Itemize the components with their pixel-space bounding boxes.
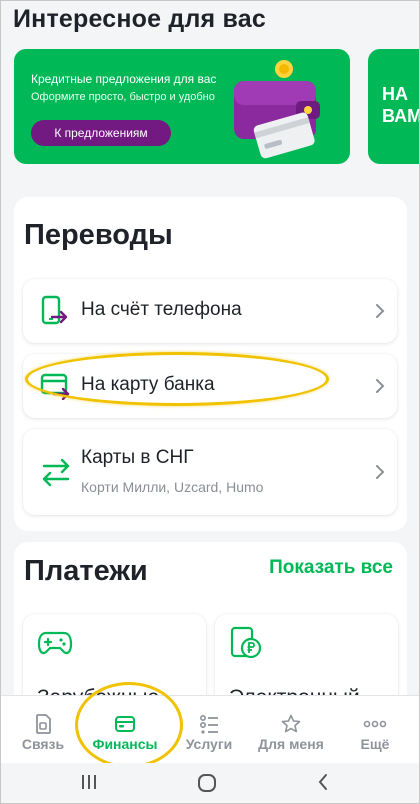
chevron-right-icon bbox=[376, 304, 385, 318]
recent-apps-icon[interactable] bbox=[81, 773, 97, 791]
section-title: Интересное для вас bbox=[13, 5, 266, 33]
back-icon[interactable] bbox=[317, 773, 329, 791]
chevron-right-icon bbox=[376, 379, 385, 393]
list-icon bbox=[199, 714, 218, 734]
transfer-to-phone[interactable]: На счёт телефона bbox=[23, 279, 397, 343]
transfer-sublabel: Корти Милли, Uzcard, Humo bbox=[81, 479, 264, 495]
transfer-label: На счёт телефона bbox=[81, 299, 242, 320]
offers-button[interactable]: К предложениям bbox=[31, 120, 171, 146]
show-all-link[interactable]: Показать все bbox=[269, 557, 393, 579]
tab-label: Ещё bbox=[360, 736, 390, 752]
payments-title: Платежи bbox=[24, 555, 148, 587]
transfers-title: Переводы bbox=[24, 219, 173, 251]
exchange-arrows-icon bbox=[42, 458, 70, 487]
promo-banner-2[interactable]: НА ВАМ bbox=[368, 49, 420, 164]
tab-svyaz[interactable]: Связь bbox=[1, 696, 85, 764]
star-icon bbox=[281, 714, 301, 733]
transfer-cis-cards[interactable]: Карты в СНГ Корти Милли, Uzcard, Humo bbox=[23, 429, 397, 515]
banner-subtitle: Оформите просто, быстро и удобно bbox=[31, 91, 215, 103]
chevron-right-icon bbox=[376, 465, 385, 479]
sim-icon bbox=[36, 714, 51, 734]
highlight-annotation bbox=[75, 682, 183, 768]
ruble-phone-icon bbox=[230, 626, 262, 659]
phone-transfer-icon bbox=[41, 295, 68, 325]
banner-title: Кредитные предложения для вас bbox=[31, 72, 217, 86]
tab-label: Связь bbox=[21, 736, 65, 752]
app-screen: Интересное для вас Кредитные предложения… bbox=[0, 0, 420, 804]
home-icon[interactable] bbox=[197, 773, 217, 793]
more-icon bbox=[363, 720, 387, 728]
system-nav-bar bbox=[1, 763, 419, 803]
bottom-tab-bar: Связь Финансы Услуги Для меня Ещё bbox=[1, 695, 419, 764]
tab-dlya-menya[interactable]: Для меня bbox=[249, 696, 333, 764]
tab-eshche[interactable]: Ещё bbox=[333, 696, 417, 764]
promo-banner[interactable]: Кредитные предложения для вас Оформите п… bbox=[14, 49, 350, 164]
highlight-annotation bbox=[25, 352, 329, 406]
transfer-label: Карты в СНГ bbox=[81, 447, 194, 468]
banner2-text: НА ВАМ bbox=[382, 84, 420, 126]
gamepad-icon bbox=[37, 631, 73, 655]
tab-label: Для меня bbox=[258, 736, 324, 752]
wallet-illustration bbox=[234, 60, 320, 159]
